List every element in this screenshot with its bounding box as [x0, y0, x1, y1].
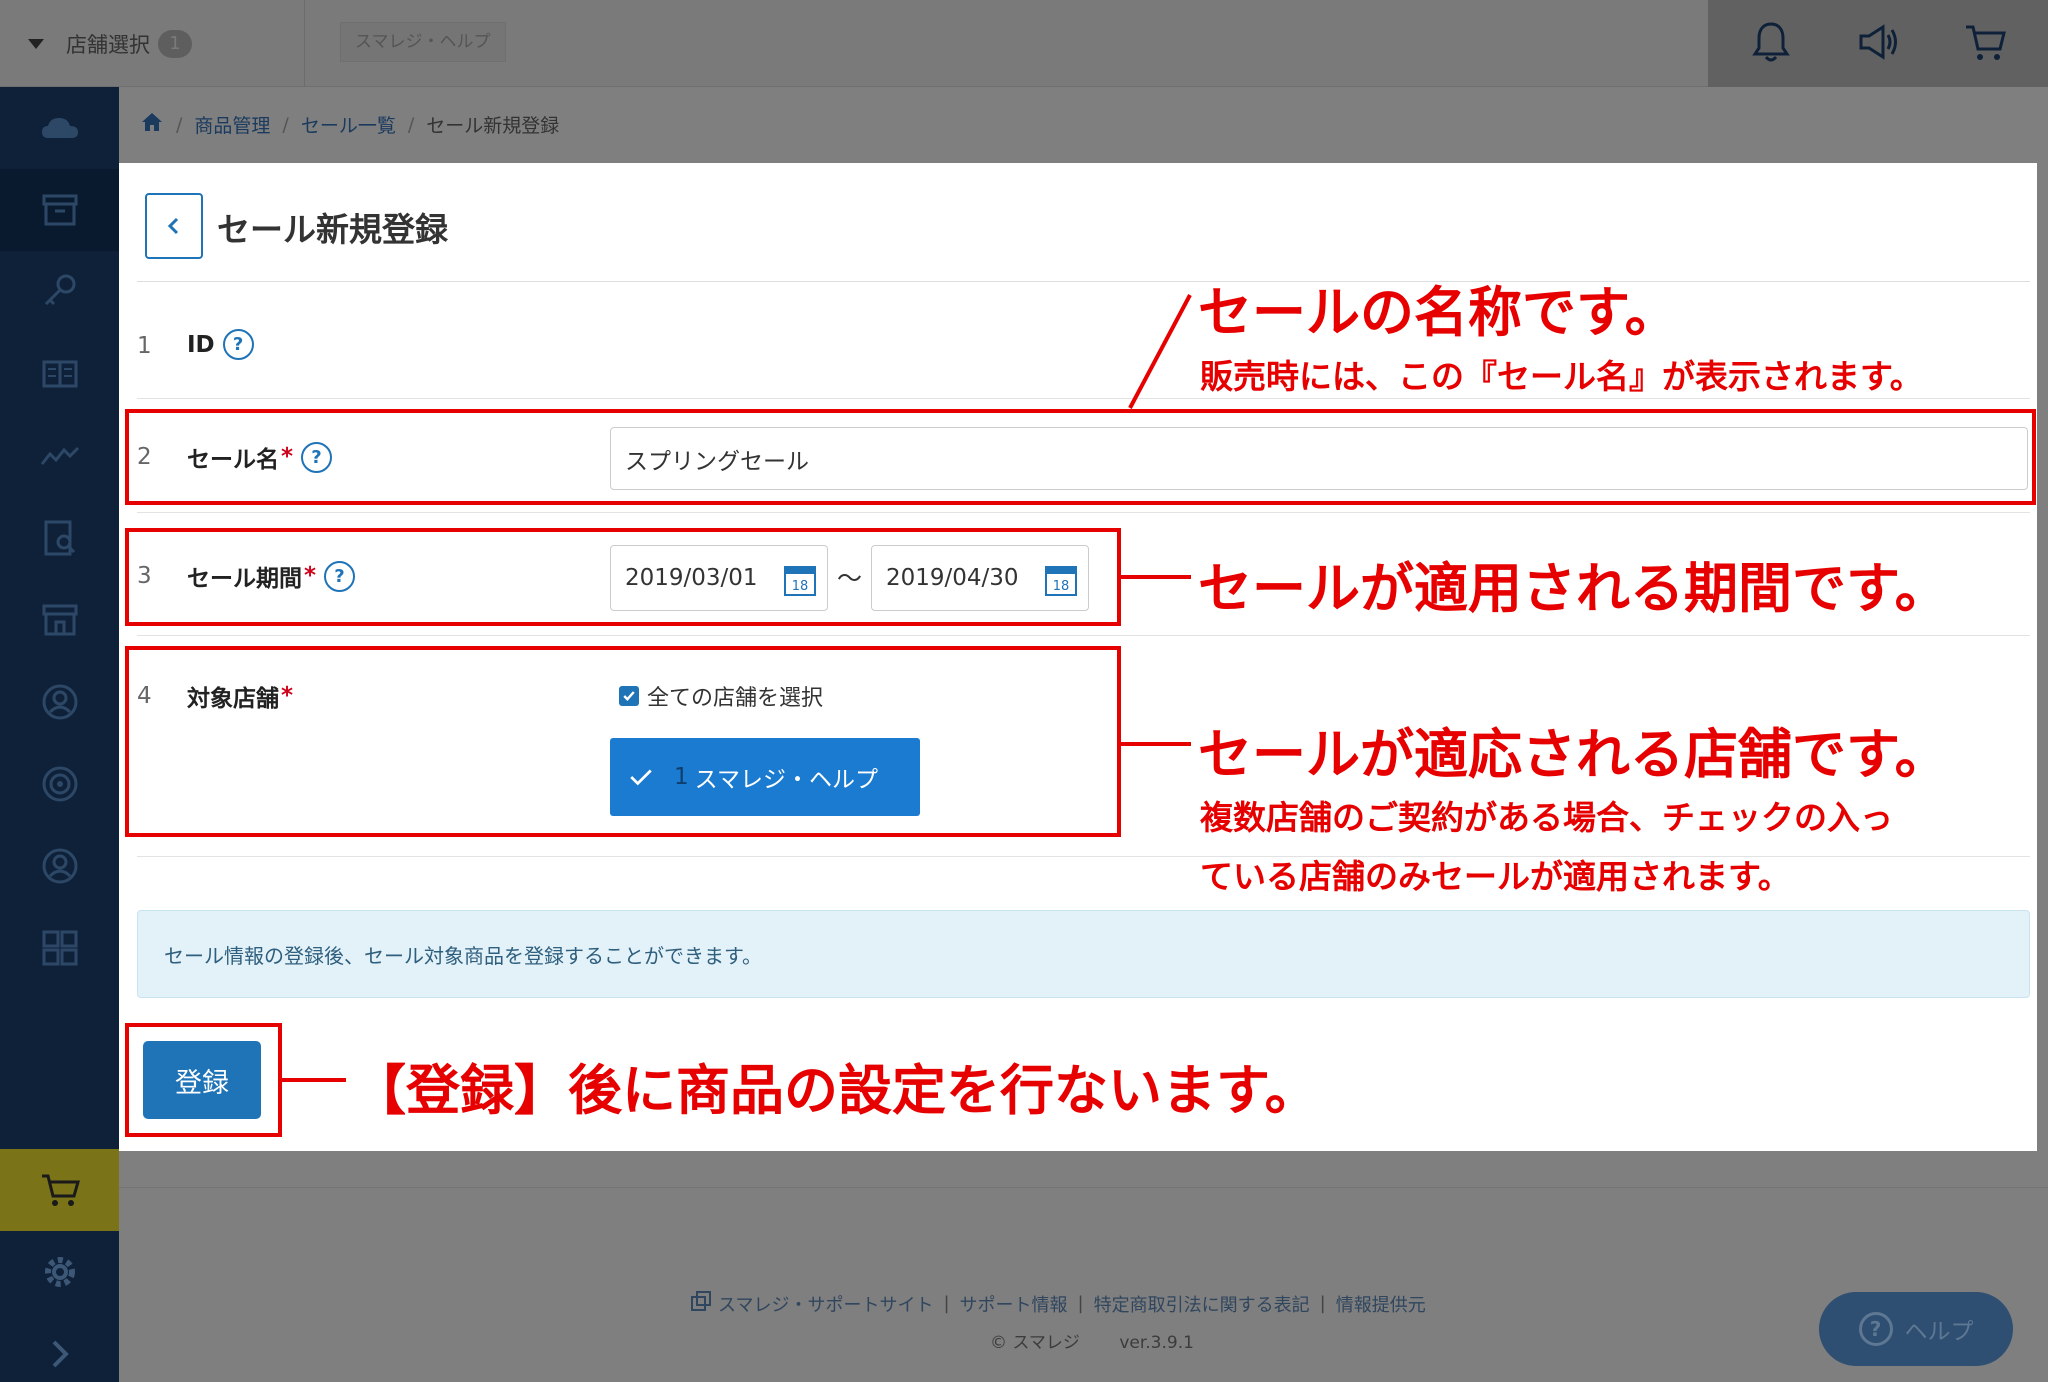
annotation-leader-line: [1121, 575, 1191, 579]
archive-box-icon[interactable]: [0, 169, 119, 251]
id-label: ID ?: [187, 329, 254, 360]
cart-icon[interactable]: [1962, 19, 2008, 69]
floating-help-button[interactable]: ? ヘルプ: [1819, 1292, 2013, 1366]
bell-icon[interactable]: [1748, 19, 1794, 69]
annotation-register: 【登録】後に商品の設定を行ないます。: [352, 1059, 1319, 1122]
annotation-leader-line: [1128, 294, 1192, 409]
footer-separator: |: [943, 1293, 950, 1314]
breadcrumb-item-current: セール新規登録: [426, 115, 560, 137]
annotation-sale-name-sub: 販売時には、この『セール名』が表示されます。: [1200, 357, 1923, 396]
chevron-right-icon[interactable]: [0, 1313, 119, 1382]
breadcrumb-item-sale-list[interactable]: セール一覧: [301, 111, 396, 138]
footer-links: スマレジ・サポートサイト | サポート情報 | 特定商取引法に関する表記 | 情…: [690, 1290, 1426, 1317]
target-icon[interactable]: [0, 743, 119, 825]
annotation-sale-name-title: セールの名称です。: [1198, 281, 1679, 344]
caret-down-icon: [28, 38, 44, 49]
annotation-box-target-stores: [125, 646, 1121, 837]
chevron-left-icon: [167, 217, 179, 235]
info-alert: セール情報の登録後、セール対象商品を登録することができます。: [137, 910, 2030, 998]
help-button-label: ヘルプ: [1904, 1319, 1974, 1345]
back-button[interactable]: [145, 193, 203, 259]
footer-separator: |: [1077, 1293, 1084, 1314]
sidebar-cart-icon[interactable]: [0, 1149, 119, 1231]
version-text: ver.3.9.1: [1119, 1333, 1194, 1353]
book-icon[interactable]: [0, 333, 119, 415]
store-select-dropdown[interactable]: 店舗選択 1: [0, 0, 305, 87]
page-title: セール新規登録: [217, 210, 448, 249]
question-icon: ?: [1858, 1312, 1893, 1346]
external-link-icon: [690, 1290, 712, 1317]
sidebar: [0, 87, 119, 1382]
id-label-text: ID: [187, 331, 215, 358]
member-circle-icon[interactable]: [0, 825, 119, 907]
help-icon[interactable]: ?: [222, 329, 254, 360]
copyright-text: © スマレジ: [990, 1333, 1080, 1353]
key-icon[interactable]: [0, 251, 119, 333]
footer-link-legal[interactable]: 特定商取引法に関する表記: [1094, 1291, 1310, 1317]
breadcrumb: / 商品管理 / セール一覧 / セール新規登録: [140, 110, 559, 139]
breadcrumb-separator: /: [282, 113, 289, 136]
annotation-box-register: [125, 1023, 282, 1137]
annotation-store-sub-2: ている店舗のみセールが適用されます。: [1200, 857, 1791, 896]
breadcrumb-separator: /: [176, 113, 183, 136]
footer-copyright: © スマレジ ver.3.9.1: [990, 1328, 1194, 1353]
annotation-leader-line: [1121, 742, 1191, 746]
row-number: 1: [137, 333, 152, 359]
annotation-leader-line: [282, 1078, 346, 1082]
divider: [137, 635, 2030, 636]
store-front-icon[interactable]: [0, 579, 119, 661]
annotation-box-sale-period: [125, 528, 1121, 626]
gear-icon[interactable]: [0, 1231, 119, 1313]
annotation-sale-period: セールが適用される期間です。: [1198, 557, 1949, 620]
footer-divider: [119, 1187, 2048, 1188]
top-bar: 店舗選択 1 スマレジ・ヘルプ: [0, 0, 2048, 87]
footer-link-provider[interactable]: 情報提供元: [1336, 1291, 1426, 1317]
breadcrumb-item-products[interactable]: 商品管理: [194, 111, 270, 138]
divider: [137, 398, 2030, 399]
footer-separator: |: [1319, 1293, 1326, 1314]
topbar-actions: [1708, 0, 2048, 87]
footer-link-support-site[interactable]: スマレジ・サポートサイト: [718, 1291, 933, 1317]
annotation-store-title: セールが適応される店舗です。: [1198, 723, 1949, 786]
footer-link-support-info[interactable]: サポート情報: [960, 1291, 1068, 1317]
megaphone-icon[interactable]: [1855, 19, 1901, 69]
annotation-store-sub-1: 複数店舗のご契約がある場合、チェックの入っ: [1200, 798, 1893, 837]
current-store-tab[interactable]: スマレジ・ヘルプ: [340, 22, 506, 62]
home-icon[interactable]: [140, 110, 164, 139]
annotation-box-sale-name: [125, 409, 2036, 505]
store-select-label: 店舗選択: [66, 32, 150, 57]
store-count-badge: 1: [158, 29, 192, 58]
report-search-icon[interactable]: [0, 497, 119, 579]
user-circle-icon[interactable]: [0, 661, 119, 743]
grid-apps-icon[interactable]: [0, 907, 119, 989]
divider: [137, 512, 2030, 513]
breadcrumb-separator: /: [407, 113, 415, 136]
chart-line-icon[interactable]: [0, 415, 119, 497]
divider: [137, 281, 2030, 282]
cloud-icon[interactable]: [0, 87, 119, 169]
